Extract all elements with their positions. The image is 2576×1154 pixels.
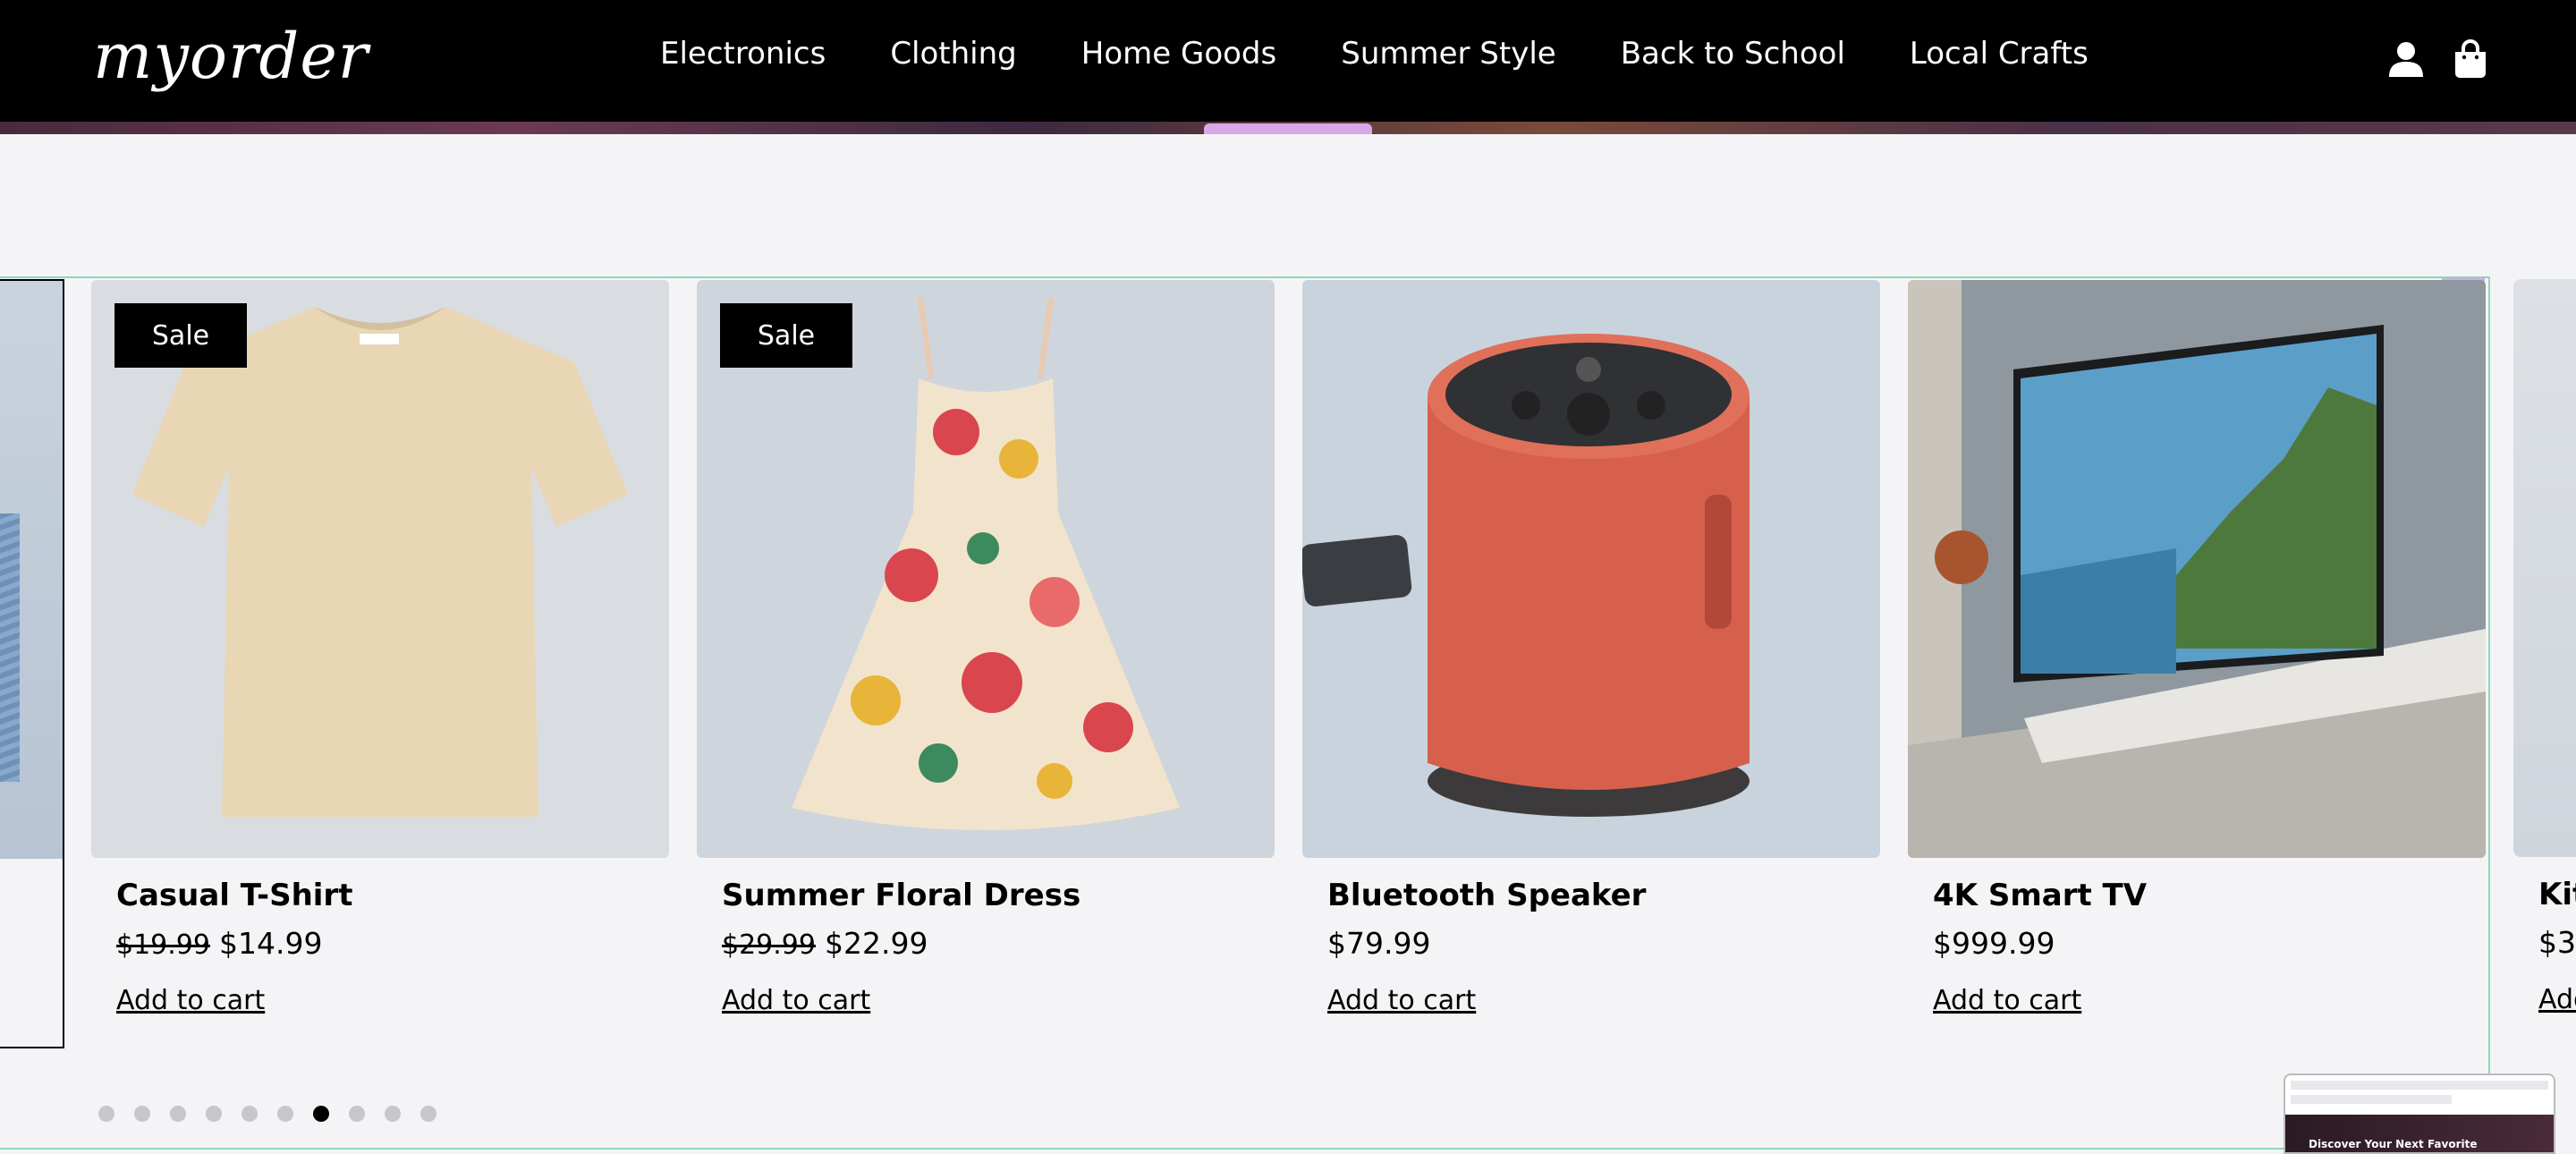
add-to-cart-link[interactable]: Add to cart [1933,985,2081,1016]
product-image-speaker[interactable] [1302,280,1880,858]
carousel-dot[interactable] [98,1106,114,1122]
add-to-cart-link[interactable]: Add to cart [116,985,265,1016]
product-price: $19.99 $14.99 [116,926,322,961]
add-to-cart-link[interactable]: Add to cart [1327,985,1476,1016]
carousel-dot[interactable] [313,1106,329,1122]
thumbnail-bar [2291,1095,2452,1104]
sale-price: $22.99 [824,926,928,961]
carousel-dot[interactable] [385,1106,401,1122]
price: $79.99 [1327,926,1431,961]
product-price: $79.99 [1327,926,1430,961]
nav-item-local-crafts[interactable]: Local Crafts [1910,36,2089,72]
carousel-pagination [98,1106,436,1122]
nav-item-clothing[interactable]: Clothing [890,36,1016,72]
product-price: $3 [2538,925,2576,960]
product-title[interactable]: Summer Floral Dress [722,878,1080,913]
carousel-dot[interactable] [206,1106,222,1122]
product-price: $29.99 $22.99 [722,926,928,961]
price: $999.99 [1933,926,2055,961]
product-title[interactable]: 4K Smart TV [1933,878,2147,913]
nav-item-home-goods[interactable]: Home Goods [1081,36,1276,72]
top-navigation-bar: myorder Electronics Clothing Home Goods … [0,0,2576,129]
main-nav: Electronics Clothing Home Goods Summer S… [660,36,2089,72]
carousel-dot[interactable] [170,1106,186,1122]
nav-item-summer-style[interactable]: Summer Style [1341,36,1555,72]
carousel-dot[interactable] [277,1106,293,1122]
sale-badge: Sale [114,303,247,368]
sale-badge: Sale [720,303,852,368]
product-card[interactable]: 4K Smart TV $999.99 Add to cart [1908,280,2486,1016]
thumbnail-text: Discover Your Next Favorite [2309,1138,2478,1150]
product-title[interactable]: Bluetooth Speaker [1327,878,1646,913]
carousel-dot[interactable] [134,1106,150,1122]
brand-logo[interactable]: myorder [93,20,369,93]
banner-slide-indicator[interactable] [1204,123,1372,134]
original-price: $29.99 [722,929,816,961]
sale-price: $14.99 [218,926,323,961]
carousel-dot[interactable] [349,1106,365,1122]
product-image-dress[interactable]: Sale [697,280,1275,858]
product-price: $999.99 [1933,926,2055,961]
product-title[interactable]: Kit [2538,877,2576,912]
product-title[interactable]: Casual T-Shirt [116,878,352,913]
user-icon[interactable] [2386,39,2426,79]
product-card-peek-right[interactable]: Kit $3 Add [2513,279,2576,1048]
page-preview-thumbnail[interactable]: Discover Your Next Favorite [2284,1073,2555,1154]
original-price: $19.99 [116,929,210,961]
product-image-tshirt[interactable]: Sale [91,280,669,858]
carousel-dot[interactable] [420,1106,436,1122]
thumbnail-bar [2291,1081,2548,1090]
product-image-tv[interactable] [1908,280,2486,858]
add-to-cart-link[interactable]: Add [2538,984,2576,1015]
nav-item-electronics[interactable]: Electronics [660,36,826,72]
jeans-image-fragment [0,513,20,782]
add-to-cart-link[interactable]: Add to cart [722,985,870,1016]
product-card[interactable]: Bluetooth Speaker $79.99 Add to cart [1302,280,1880,1016]
product-card-peek-left[interactable] [0,279,64,1048]
nav-item-back-to-school[interactable]: Back to School [1621,36,1845,72]
product-image [2513,279,2576,857]
shopping-bag-icon[interactable] [2453,39,2492,79]
carousel-dot[interactable] [242,1106,258,1122]
product-card[interactable]: Sale Summer Floral Dress $29.99 $22.99 Ad… [697,280,1275,1016]
product-card[interactable]: Sale Casual T-Shirt $19.99 $14.99 Add to … [91,280,669,1016]
